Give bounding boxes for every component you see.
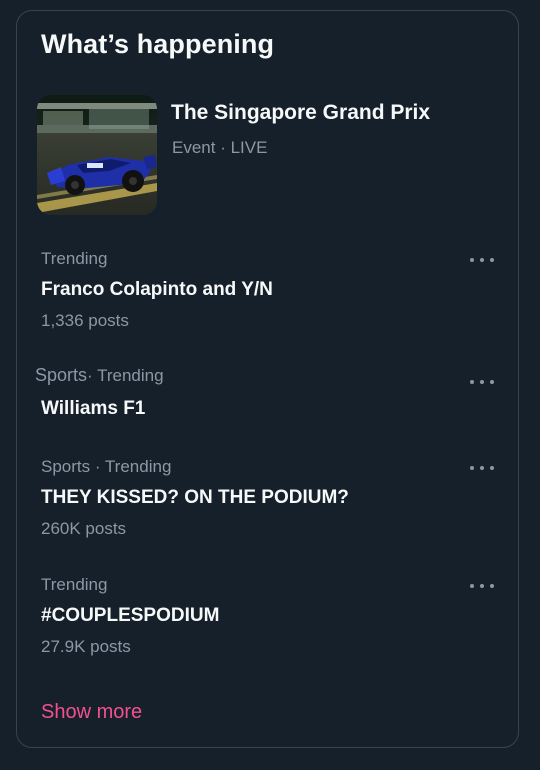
more-horizontal-icon[interactable] [470, 461, 494, 475]
event-thumbnail [37, 95, 157, 215]
more-horizontal-icon[interactable] [470, 579, 494, 593]
trend-post-count: 27.9K posts [41, 637, 131, 656]
trend-name: Williams F1 [41, 398, 146, 419]
trend-context: Sports· Trending [35, 365, 164, 386]
trend-context: Trending [41, 249, 108, 268]
trend-name: #COUPLESPODIUM [41, 605, 220, 626]
trend-category: Sports [35, 365, 88, 385]
show-more-link[interactable]: Show more [41, 701, 142, 724]
trend-context: Sports · Trending [41, 457, 172, 476]
trend-item[interactable]: Trending #COUPLESPODIUM 27.9K posts [17, 575, 520, 661]
trend-post-count: 260K posts [41, 519, 127, 538]
trend-context-suffix: · Trending [87, 366, 164, 385]
more-horizontal-icon[interactable] [470, 253, 494, 267]
trend-post-count: 1,336 posts [41, 311, 129, 330]
event-meta: Event · LIVE [172, 138, 268, 157]
trend-context: Trending [41, 575, 108, 594]
trend-item[interactable]: Sports· Trending Williams F1 [17, 365, 520, 428]
more-horizontal-icon[interactable] [470, 375, 494, 389]
panel-title: What’s happening [41, 29, 275, 59]
trend-name: Franco Colapinto and Y/N [41, 279, 273, 300]
whats-happening-panel: What’s happening The Singapore Grand Pri… [16, 10, 519, 748]
trend-item[interactable]: Trending Franco Colapinto and Y/N 1,336 … [17, 249, 520, 335]
race-car-image [37, 95, 157, 215]
trend-name: THEY KISSED? ON THE PODIUM? [41, 487, 349, 508]
event-title: The Singapore Grand Prix [171, 101, 431, 124]
event-item[interactable]: The Singapore Grand Prix Event · LIVE [37, 95, 497, 217]
trend-item[interactable]: Sports · Trending THEY KISSED? ON THE PO… [17, 457, 520, 543]
